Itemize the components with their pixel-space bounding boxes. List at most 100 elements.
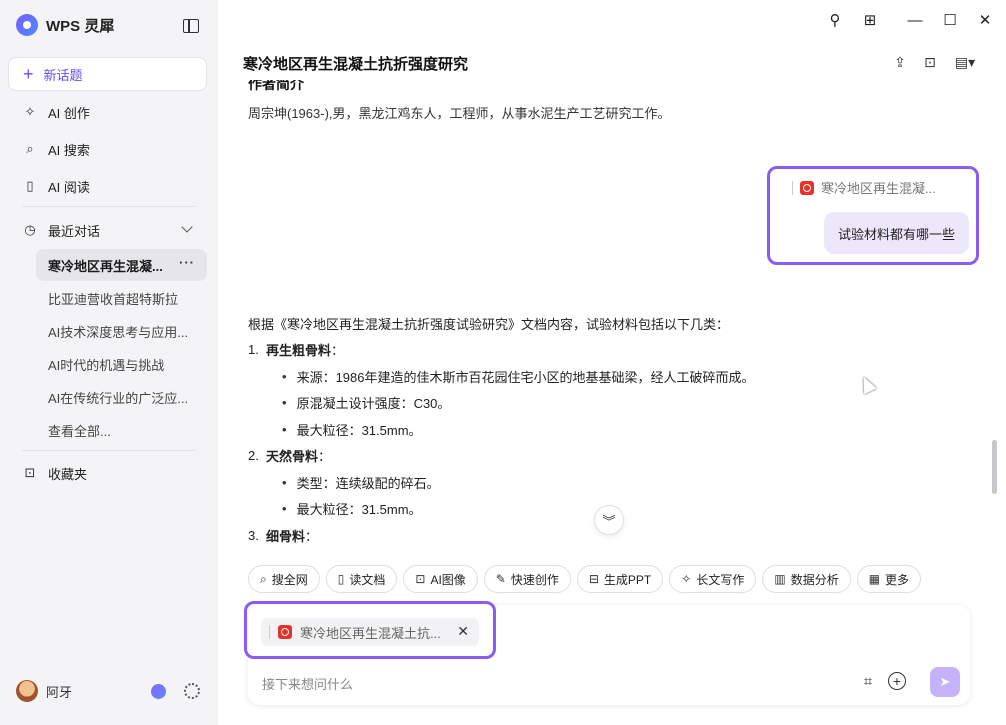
list-item: 2. 天然骨料： <box>248 443 948 470</box>
chart-icon: ▥ <box>774 572 786 586</box>
bookmark-add-icon[interactable]: ⊡ <box>922 54 938 70</box>
list-number: 1. <box>248 342 259 358</box>
chat-input[interactable]: 接下来想问什么 <box>262 674 353 693</box>
list-number: 3. <box>248 527 259 543</box>
divider <box>22 450 196 451</box>
pen-icon: ✎ <box>495 572 506 586</box>
tool-read-doc[interactable]: ▯ 读文档 <box>325 565 398 593</box>
doc-read-icon: ▯ <box>337 572 345 586</box>
maximize-icon[interactable]: ☐ <box>940 10 960 30</box>
minimize-icon[interactable]: — <box>905 10 925 30</box>
sidebar: WPS 灵犀 + 新话题 ✧ AI 创作 ⌕ AI 搜索 ▯ AI 阅读 ◷ 最… <box>0 0 218 725</box>
chevron-down-icon <box>181 221 193 233</box>
add-icon[interactable]: + <box>888 672 906 690</box>
tool-data-analysis[interactable]: ▥ 数据分析 <box>762 565 851 593</box>
close-icon[interactable]: ✕ <box>975 10 995 30</box>
recent-conversations-header[interactable]: ◷ 最近对话 <box>8 214 207 246</box>
view-all-label: 查看全部... <box>48 423 111 439</box>
tool-ai-image[interactable]: ⊡ AI图像 <box>403 565 478 593</box>
export-dropdown-icon[interactable]: ▤▾ <box>952 54 978 70</box>
send-button[interactable]: ➤ <box>930 667 960 697</box>
app-name: WPS 灵犀 <box>46 17 115 35</box>
double-chevron-down-icon: ︾ <box>602 513 616 529</box>
tool-label: 更多 <box>885 572 910 587</box>
separator <box>269 625 270 639</box>
share-icon[interactable]: ⇪ <box>892 54 908 70</box>
section-heading: 作者简介 <box>248 80 304 92</box>
sparkle-icon: ✧ <box>681 572 692 586</box>
nav-ai-read[interactable]: ▯ AI 阅读 <box>8 170 207 202</box>
list-bullet: 原混凝土设计强度：C30。 <box>248 390 948 417</box>
nav-label: AI 阅读 <box>48 179 90 195</box>
tool-long-writing[interactable]: ✧ 长文写作 <box>669 565 757 593</box>
bookmark-icon: ⊡ <box>24 465 36 480</box>
chat-content: 作者简介 周宗坤(1963-),男，黑龙江鸡东人，工程师，从事水泥生产工艺研究工… <box>218 80 993 545</box>
tool-label: 长文写作 <box>696 572 745 587</box>
scrollbar[interactable] <box>992 440 997 494</box>
view-all-link[interactable]: 查看全部... <box>36 414 207 446</box>
image-icon: ⊡ <box>415 572 426 586</box>
conversation-item[interactable]: 比亚迪营收首超特斯拉 <box>36 282 207 314</box>
new-window-icon[interactable]: ⊞ <box>860 10 880 30</box>
tool-label: 读文档 <box>349 572 386 587</box>
conversation-item[interactable]: AI在传统行业的广泛应... <box>36 381 207 413</box>
new-topic-label: 新话题 <box>43 67 83 83</box>
sparkle-icon: ✧ <box>24 104 36 119</box>
user-name: 阿牙 <box>46 684 73 700</box>
clock-icon: ◷ <box>24 222 36 237</box>
page-title: 寒冷地区再生混凝土抗折强度研究 <box>243 56 469 73</box>
nav-favorites[interactable]: ⊡ 收藏夹 <box>8 457 207 489</box>
conversation-item-active[interactable]: 寒冷地区再生混凝... ··· <box>36 249 207 281</box>
grid-icon: ▦ <box>868 572 881 586</box>
tool-more[interactable]: ▦ 更多 <box>856 565 922 593</box>
sidebar-toggle-icon[interactable] <box>183 19 199 33</box>
plus-icon: + <box>23 64 34 84</box>
conversation-title: AI技术深度思考与应用... <box>48 324 189 340</box>
gear-icon[interactable] <box>184 683 200 699</box>
tool-search-web[interactable]: ⌕ 搜全网 <box>248 565 320 593</box>
wps-lingxi-logo-icon <box>16 14 38 36</box>
search-icon: ⌕ <box>26 141 34 156</box>
membership-badge-icon[interactable] <box>151 684 166 699</box>
author-intro-text: 周宗坤(1963-),男，黑龙江鸡东人，工程师，从事水泥生产工艺研究工作。 <box>248 106 671 121</box>
brand: WPS 灵犀 <box>16 14 114 36</box>
nav-ai-search[interactable]: ⌕ AI 搜索 <box>8 133 207 165</box>
list-colon: ： <box>305 528 319 544</box>
pdf-icon <box>278 625 292 639</box>
nav-ai-create[interactable]: ✧ AI 创作 <box>8 96 207 128</box>
nav-label: 收藏夹 <box>48 466 88 482</box>
separator <box>792 180 793 195</box>
user-profile[interactable]: 阿牙 <box>16 680 72 702</box>
more-options-icon[interactable]: ··· <box>179 255 195 270</box>
tool-label: AI图像 <box>430 572 466 587</box>
close-icon[interactable]: ✕ <box>457 623 469 640</box>
attachment-title: 寒冷地区再生混凝土抗... <box>300 625 441 641</box>
pin-icon[interactable]: ⚲ <box>825 10 845 30</box>
list-colon: ： <box>318 449 332 465</box>
quick-tools: ⌕ 搜全网 ▯ 读文档 ⊡ AI图像 ✎ 快速创作 ⊟ 生成PPT ✧ 长文写作 ▥ 数据分析… <box>248 565 922 593</box>
conversation-title: AI在传统行业的广泛应... <box>48 390 189 406</box>
list-title: 天然骨料 <box>266 449 319 465</box>
scroll-to-bottom-button[interactable]: ︾ <box>594 505 624 535</box>
tool-label: 数据分析 <box>790 572 839 587</box>
conversation-item[interactable]: AI技术深度思考与应用... <box>36 315 207 347</box>
pdf-icon <box>800 180 814 195</box>
ppt-icon: ⊟ <box>588 572 599 586</box>
list-bullet: 来源：1986年建造的佳木斯市百花园住宅小区的地基基础梁，经人工破碎而成。 <box>248 363 948 390</box>
conversation-title: 比亚迪营收首超特斯拉 <box>48 291 179 307</box>
new-topic-button[interactable]: + 新话题 <box>8 57 207 91</box>
list-bullet: 类型：连续级配的碎石。 <box>248 469 948 496</box>
conversation-title: AI时代的机遇与挑战 <box>48 357 165 373</box>
recent-label: 最近对话 <box>48 223 101 239</box>
tool-generate-ppt[interactable]: ⊟ 生成PPT <box>576 565 664 593</box>
book-icon: ▯ <box>26 178 34 193</box>
list-number: 2. <box>248 448 259 464</box>
screenshot-icon[interactable]: ⌗ <box>860 673 876 690</box>
conversation-item[interactable]: AI时代的机遇与挑战 <box>36 348 207 380</box>
tool-quick-create[interactable]: ✎ 快速创作 <box>483 565 571 593</box>
attachment-chip[interactable]: 寒冷地区再生混凝土抗... ✕ <box>261 618 479 646</box>
list-bullet: 最大粒径：31.5mm。 <box>248 416 948 443</box>
conversation-title: 寒冷地区再生混凝... <box>48 258 163 274</box>
document-reference-chip[interactable]: 寒冷地区再生混凝... <box>792 178 936 197</box>
tool-label: 生成PPT <box>603 572 652 587</box>
